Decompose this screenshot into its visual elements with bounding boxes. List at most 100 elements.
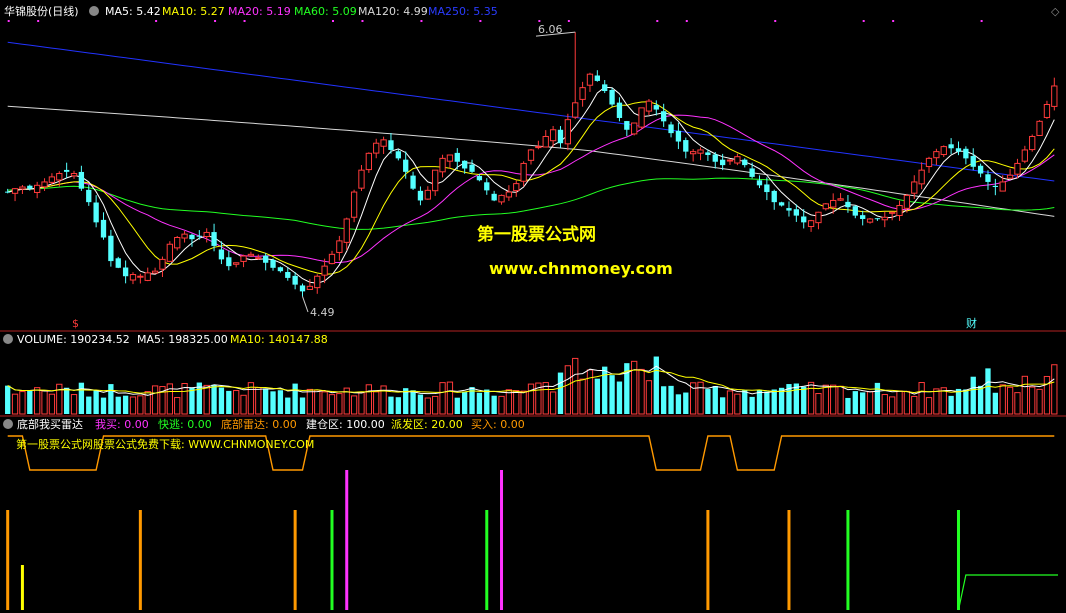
candle-body-up xyxy=(881,216,888,221)
volume-bar-up xyxy=(918,382,925,415)
volume-bar-down xyxy=(771,389,777,414)
volume-bar-down xyxy=(712,385,718,414)
volume-bar-down xyxy=(484,389,490,414)
volume-bar-up xyxy=(726,390,734,415)
volume-bar-up xyxy=(1014,392,1021,415)
volume-bar-down xyxy=(299,397,306,414)
candle-body-down xyxy=(594,75,600,81)
candle-body-up xyxy=(240,255,247,262)
signal-bar-green xyxy=(485,510,489,610)
candle-body-down xyxy=(948,144,954,149)
volume-bar-up xyxy=(1006,386,1014,415)
volume-bar-up xyxy=(358,392,365,415)
collapse-icon-main[interactable] xyxy=(89,6,99,16)
volume-bar-up xyxy=(1029,386,1036,415)
volume-bar-up xyxy=(350,395,358,415)
volume-bar-down xyxy=(491,395,497,414)
indicator-name: 底部我买雷达 xyxy=(17,417,83,431)
volume-bar-up xyxy=(174,397,181,415)
indicator-build: 建仓区: 100.00 xyxy=(306,417,385,431)
dollar-marker: $ xyxy=(72,317,79,330)
volume-bar-down xyxy=(410,390,416,414)
top-marker-dot xyxy=(685,20,688,22)
candle-body-down xyxy=(5,191,11,193)
candle-body-up xyxy=(925,157,933,168)
volume-bar-up xyxy=(822,384,829,415)
volume-bar-up xyxy=(48,393,56,415)
signal-bar-green xyxy=(330,510,334,610)
diamond-icon[interactable]: ◇ xyxy=(1051,5,1060,18)
volume-bar-up xyxy=(645,380,653,415)
volume-bar-up xyxy=(11,393,19,415)
candle-body-down xyxy=(786,208,792,211)
volume-bar-up xyxy=(240,394,247,415)
volume-bar-up xyxy=(424,397,431,415)
top-marker-dot xyxy=(656,20,659,22)
candle-body-up xyxy=(645,100,653,112)
volume-bar-down xyxy=(963,389,969,414)
indicator-buyin: 买入: 0.00 xyxy=(471,418,525,431)
candle-body-up xyxy=(321,265,328,276)
candle-body-up xyxy=(343,218,350,243)
volume-bar-down xyxy=(594,378,600,414)
volume-bar-down xyxy=(211,384,217,414)
volume-bar-up xyxy=(903,390,911,415)
collapse-icon-volume[interactable] xyxy=(3,334,13,344)
candle-body-up xyxy=(424,189,431,200)
top-marker-dot xyxy=(980,20,983,22)
volume-bar-up xyxy=(933,388,940,415)
volume-bar-up xyxy=(1021,375,1028,415)
volume-bar-up xyxy=(365,384,372,415)
volume-bar-up xyxy=(815,393,822,415)
ma10-readout: MA10: 5.27 xyxy=(162,5,225,18)
candle-body-down xyxy=(108,235,114,262)
candle-body-up xyxy=(896,205,903,216)
candle-body-up xyxy=(564,119,572,145)
volume-bar-up xyxy=(432,395,439,415)
indicator-radar: 底部雷达: 0.00 xyxy=(221,417,297,431)
volume-bar-up xyxy=(830,384,837,415)
volume-bar-down xyxy=(970,376,976,414)
volume-bar-down xyxy=(756,389,763,414)
candle-body-down xyxy=(860,215,866,219)
signal-bar-orange xyxy=(6,510,10,610)
candle-body-down xyxy=(874,218,881,220)
volume-bar-up xyxy=(505,389,513,415)
candle-body-up xyxy=(1029,135,1036,151)
signal-bar-orange xyxy=(706,510,710,610)
candle-body-up xyxy=(586,73,594,86)
candle-body-up xyxy=(807,220,815,228)
volume-bar-down xyxy=(764,391,770,414)
candle-body-down xyxy=(226,257,232,267)
volume-bar-down xyxy=(675,394,682,414)
candle-body-down xyxy=(491,193,497,201)
candle-body-up xyxy=(34,184,41,193)
volume-bar-up xyxy=(446,381,454,415)
top-marker-dot xyxy=(567,20,570,22)
volume-bar-down xyxy=(557,372,564,414)
candle-body-down xyxy=(845,201,851,208)
candle-body-down xyxy=(218,249,225,260)
candle-body-up xyxy=(638,107,645,128)
candle-body-up xyxy=(365,152,372,171)
candle-body-down xyxy=(263,255,269,263)
volume-bar-up xyxy=(807,381,815,415)
volume-bar-down xyxy=(661,386,667,414)
candle-body-down xyxy=(86,189,92,203)
indicator-dispatch: 派发区: 20.00 xyxy=(391,417,463,431)
candle-body-down xyxy=(683,140,689,152)
ma5-readout: MA5: 5.42 xyxy=(105,5,161,18)
candle-body-up xyxy=(903,194,911,209)
collapse-icon-indicator[interactable] xyxy=(3,419,13,429)
candle-body-down xyxy=(454,152,460,162)
volume-bar-down xyxy=(874,382,881,414)
candle-body-up xyxy=(174,237,181,249)
volume-bar-down xyxy=(285,397,291,414)
candle-body-down xyxy=(403,159,409,172)
candle-body-up xyxy=(181,233,188,239)
volume-bar-up xyxy=(925,397,933,415)
volume-bar-down xyxy=(719,397,726,414)
candle-body-up xyxy=(520,162,527,182)
volume-bar-up xyxy=(129,396,137,415)
candle-body-up xyxy=(837,198,844,201)
